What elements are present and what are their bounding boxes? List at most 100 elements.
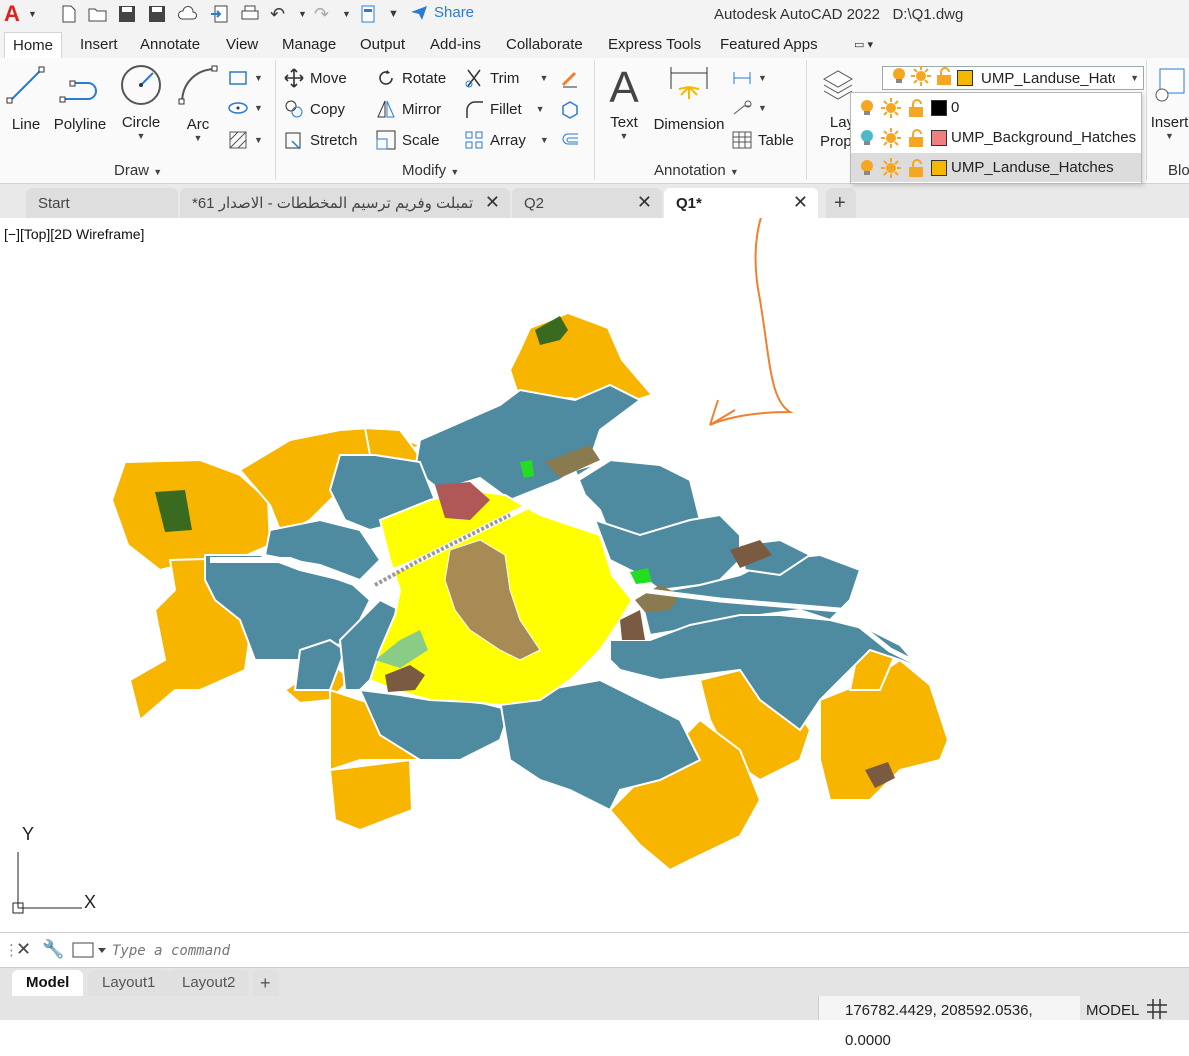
layer-color-swatch[interactable] xyxy=(931,99,947,116)
redo-dropdown-icon[interactable]: ▼ xyxy=(342,4,351,24)
leader-dropdown-icon[interactable]: ▼ xyxy=(758,103,767,113)
unlock-icon[interactable] xyxy=(907,158,925,177)
unlock-icon[interactable] xyxy=(907,98,925,117)
new-file-icon[interactable] xyxy=(60,4,78,24)
tab-layout2[interactable]: Layout2 xyxy=(168,970,250,996)
new-tab-plus-icon[interactable]: + xyxy=(826,188,856,218)
linear-dim-button[interactable]: ▼ xyxy=(732,66,767,90)
arc-tool-button[interactable]: Arc ▼ xyxy=(176,62,220,143)
autocad-logo-icon[interactable]: A xyxy=(4,2,26,26)
insert-dropdown-icon[interactable]: ▼ xyxy=(1150,131,1189,141)
grid-icon[interactable] xyxy=(1146,998,1168,1020)
table-button[interactable]: Table xyxy=(732,128,794,152)
tab-express-tools[interactable]: Express Tools xyxy=(600,32,709,58)
array-button[interactable]: Array ▼ xyxy=(464,128,549,152)
stretch-button[interactable]: Stretch xyxy=(284,128,358,152)
erase-button[interactable] xyxy=(560,66,580,90)
draw-panel-title[interactable]: Draw ▼ xyxy=(114,162,162,179)
rotate-button[interactable]: Rotate xyxy=(376,66,446,90)
file-tab-q2[interactable]: Q2 ✕ xyxy=(512,188,662,218)
bulb-icon[interactable] xyxy=(859,159,875,177)
arc-dropdown-icon[interactable]: ▼ xyxy=(176,133,220,143)
bulb-icon[interactable] xyxy=(859,129,875,147)
insert-block-button[interactable]: Insert ▼ xyxy=(1150,62,1189,141)
tab-home[interactable]: Home xyxy=(4,32,63,58)
line-tool-button[interactable]: Line xyxy=(4,62,48,133)
layer-dropdown[interactable]: UMP_Landuse_Hatcl ▼ xyxy=(882,66,1144,90)
rectangle-tool-button[interactable]: ▼ xyxy=(228,66,263,90)
tab-add-ins[interactable]: Add-ins xyxy=(422,32,489,58)
layer-dropdown-chevron-icon[interactable]: ▼ xyxy=(1130,73,1139,83)
tab-manage[interactable]: Manage xyxy=(274,32,344,58)
close-tab-icon[interactable]: ✕ xyxy=(637,192,652,213)
close-command-icon[interactable]: ✕ xyxy=(16,939,31,960)
command-input[interactable] xyxy=(112,940,1182,962)
tab-layout1[interactable]: Layout1 xyxy=(88,970,170,996)
move-button[interactable]: Move xyxy=(284,66,347,90)
hatch-dropdown-icon[interactable]: ▼ xyxy=(254,135,263,145)
add-layout-plus-icon[interactable]: + xyxy=(252,970,279,996)
drawing-canvas[interactable]: [−][Top][2D Wireframe] Y X xyxy=(0,218,1189,930)
tab-output[interactable]: Output xyxy=(352,32,413,58)
dimension-tool-button[interactable]: Dimension xyxy=(652,62,726,133)
save-as-icon[interactable] xyxy=(148,4,166,24)
layer-color-swatch[interactable] xyxy=(931,129,947,146)
tab-collaborate[interactable]: Collaborate xyxy=(498,32,591,58)
trim-dropdown-icon[interactable]: ▼ xyxy=(539,73,548,83)
sun-icon[interactable] xyxy=(881,127,901,148)
cloud-open-icon[interactable] xyxy=(178,4,198,24)
rectangle-dropdown-icon[interactable]: ▼ xyxy=(254,73,263,83)
app-menu-chevron-icon[interactable]: ▼ xyxy=(28,4,37,24)
explode-button[interactable] xyxy=(560,97,580,121)
layer-row[interactable]: 0 xyxy=(851,93,1141,122)
open-file-icon[interactable] xyxy=(88,4,108,24)
customize-wrench-icon[interactable]: 🔧 xyxy=(42,939,64,960)
tab-featured-apps[interactable]: Featured Apps xyxy=(712,32,826,58)
trim-button[interactable]: Trim ▼ xyxy=(464,66,548,90)
close-tab-icon[interactable]: ✕ xyxy=(485,192,500,213)
modify-panel-title[interactable]: Modify ▼ xyxy=(402,162,459,179)
tab-insert[interactable]: Insert xyxy=(72,32,126,58)
leader-button[interactable]: ▼ xyxy=(732,96,767,120)
workspace-icon[interactable] xyxy=(360,4,376,24)
save-icon[interactable] xyxy=(118,4,136,24)
circle-dropdown-icon[interactable]: ▼ xyxy=(118,131,164,141)
import-icon[interactable] xyxy=(210,4,228,24)
array-dropdown-icon[interactable]: ▼ xyxy=(540,135,549,145)
text-tool-button[interactable]: A Text ▼ xyxy=(602,62,646,141)
model-space-button[interactable]: MODEL xyxy=(1080,996,1144,1020)
undo-icon[interactable]: ↶ xyxy=(270,4,285,24)
block-panel-title[interactable]: Blo xyxy=(1168,162,1189,179)
plot-icon[interactable] xyxy=(240,4,260,24)
scale-button[interactable]: Scale xyxy=(376,128,440,152)
share-button[interactable]: Share xyxy=(410,4,474,21)
layer-row[interactable]: UMP_Landuse_Hatches xyxy=(851,153,1141,182)
offset-button[interactable] xyxy=(560,128,580,152)
fillet-dropdown-icon[interactable]: ▼ xyxy=(536,104,545,114)
redo-icon[interactable]: ↷ xyxy=(314,4,329,24)
sun-icon[interactable] xyxy=(881,157,901,178)
copy-button[interactable]: Copy xyxy=(284,97,345,121)
tab-view[interactable]: View xyxy=(218,32,266,58)
circle-tool-button[interactable]: Circle ▼ xyxy=(118,62,164,141)
recent-commands-icon[interactable] xyxy=(72,941,106,963)
tab-model[interactable]: Model xyxy=(12,970,84,996)
sun-icon[interactable] xyxy=(881,97,901,118)
file-tab-start[interactable]: Start xyxy=(26,188,178,218)
undo-dropdown-icon[interactable]: ▼ xyxy=(298,4,307,24)
bulb-icon[interactable] xyxy=(859,99,875,117)
file-tab-template[interactable]: تمبلت وفريم ترسيم المخططات - الاصدار 61*… xyxy=(180,188,510,218)
hatch-tool-button[interactable]: ▼ xyxy=(228,128,263,152)
ellipse-dropdown-icon[interactable]: ▼ xyxy=(254,103,263,113)
fillet-button[interactable]: Fillet ▼ xyxy=(464,97,545,121)
customize-toolbar-icon[interactable]: ▼ xyxy=(388,4,399,24)
file-tab-q1[interactable]: Q1* ✕ xyxy=(664,188,818,218)
polyline-tool-button[interactable]: Polyline xyxy=(52,62,108,133)
hatch-dot-tool-button[interactable]: ▼ xyxy=(228,96,263,120)
ribbon-minimize-icon[interactable]: ▭ ▾ xyxy=(854,38,873,51)
coordinate-readout[interactable]: 176782.4429, 208592.0536, 0.0000 xyxy=(818,996,1080,1049)
tab-annotate[interactable]: Annotate xyxy=(132,32,208,58)
unlock-icon[interactable] xyxy=(907,128,925,147)
annotation-panel-title[interactable]: Annotation ▼ xyxy=(654,162,739,179)
mirror-button[interactable]: Mirror xyxy=(376,97,441,121)
